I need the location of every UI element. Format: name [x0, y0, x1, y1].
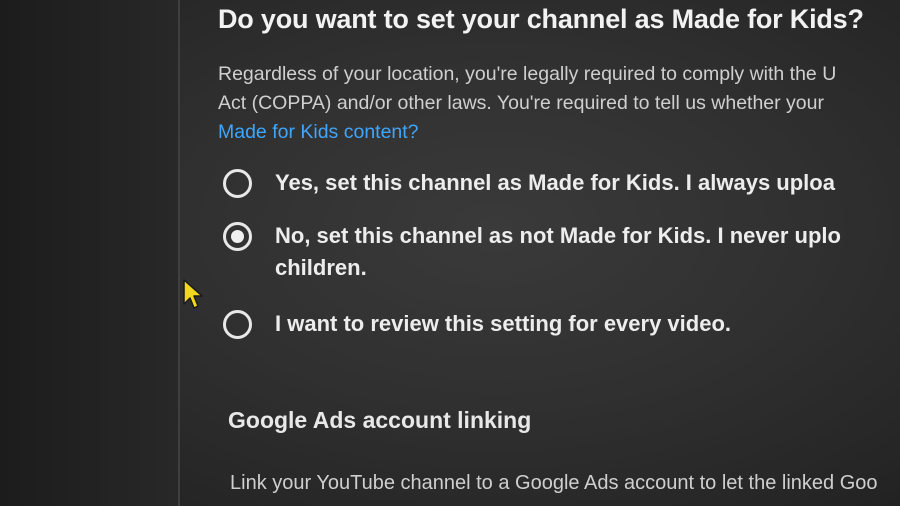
option-yes-label: Yes, set this channel as Made for Kids. …: [275, 170, 835, 195]
made-for-kids-description: Regardless of your location, you're lega…: [218, 60, 836, 147]
option-review-every-video[interactable]: I want to review this setting for every …: [223, 308, 731, 340]
made-for-kids-heading: Do you want to set your channel as Made …: [218, 4, 864, 34]
sidebar-divider: [178, 0, 180, 506]
radio-yes[interactable]: [223, 169, 252, 198]
option-review-label: I want to review this setting for every …: [275, 311, 732, 336]
settings-screen: Do you want to set your channel as Made …: [0, 0, 900, 506]
channel-settings-panel: Do you want to set your channel as Made …: [218, 0, 900, 506]
option-no-label-line-2: children.: [275, 255, 367, 280]
option-made-for-kids-yes[interactable]: Yes, set this channel as Made for Kids. …: [223, 167, 835, 199]
description-line-1: Regardless of your location, you're lega…: [218, 63, 837, 85]
sidebar: [0, 0, 178, 506]
radio-review[interactable]: [223, 310, 252, 339]
description-line-2: Act (COPPA) and/or other laws. You're re…: [218, 92, 824, 114]
google-ads-description: Link your YouTube channel to a Google Ad…: [230, 472, 878, 494]
option-no-label-line-1: No, set this channel as not Made for Kid…: [275, 223, 841, 248]
option-no-label: No, set this channel as not Made for Kid…: [275, 220, 841, 284]
option-made-for-kids-no[interactable]: No, set this channel as not Made for Kid…: [223, 220, 841, 284]
arrow-cursor-icon: [183, 279, 203, 309]
made-for-kids-learn-link[interactable]: Made for Kids content?: [218, 118, 836, 147]
radio-no[interactable]: [223, 222, 252, 251]
google-ads-heading: Google Ads account linking: [228, 407, 532, 433]
